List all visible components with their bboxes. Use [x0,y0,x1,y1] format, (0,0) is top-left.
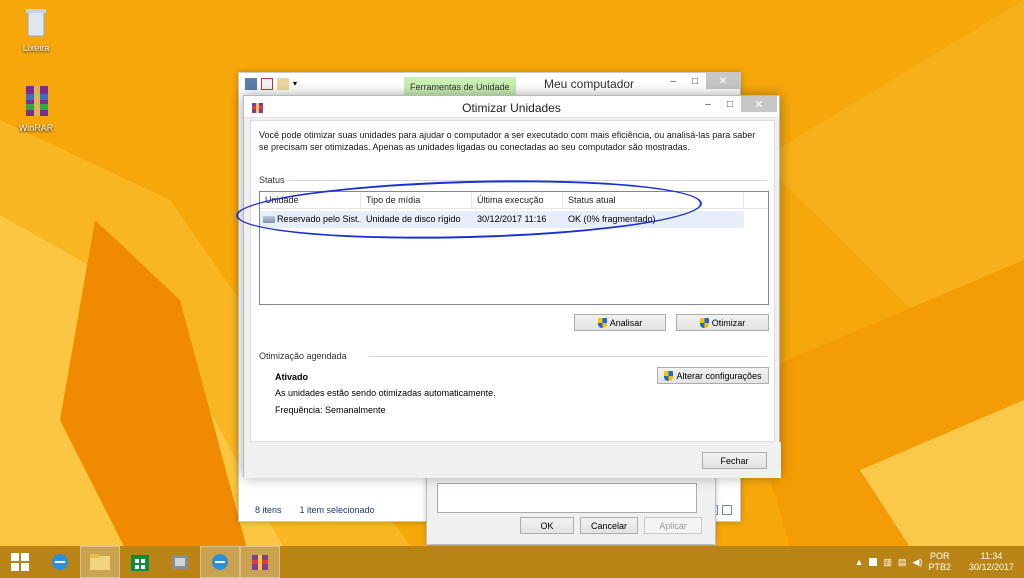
tiles-view-icon[interactable] [722,505,732,515]
desktop-icon-label: Lixeira [22,43,50,53]
computer-icon[interactable] [245,78,257,90]
maximize-icon[interactable]: □ [719,96,741,112]
cell-media-type: Unidade de disco rígido [366,214,461,224]
properties-icon[interactable] [261,78,273,90]
analyze-button[interactable]: Analisar [574,314,666,331]
store-icon [131,555,149,571]
hard-drive-icon [263,216,275,224]
scheduled-frequency: Frequência: Semanalmente [275,405,386,415]
taskbar-defrag[interactable] [240,546,280,578]
language-code: POR [929,551,950,561]
desktop-icon-winrar[interactable]: WinRAR [6,84,66,133]
drives-list-header: Unidade Tipo de mídia Última execução St… [260,192,768,209]
cell-last-run: 30/12/2017 11:16 [477,214,547,224]
explorer-window-controls: – □ ✕ [662,73,740,89]
change-settings-button[interactable]: Alterar configurações [657,367,769,384]
status-selected: 1 item selecionado [299,505,375,515]
explorer-titlebar: ▾ Ferramentas de Unidade Meu computador … [239,73,740,97]
uac-shield-icon [699,317,709,328]
taskbar-control-panel[interactable] [160,546,200,578]
recycle-bin-icon [18,4,54,40]
system-tray: ▲ ▥ ▤ ◀) POR PTB2 11:34 30/12/2017 [855,546,1024,578]
dialog-window-controls: – □ ✕ [697,96,777,112]
optimize-drives-dialog: Otimizar Unidades – □ ✕ Você pode otimiz… [243,95,781,478]
cell-status: OK (0% fragmentado) [568,214,656,224]
explorer-title: Meu computador [544,77,635,91]
status-section-label: Status [259,175,285,185]
minimize-icon[interactable]: – [662,73,684,89]
ok-button[interactable]: OK [520,517,574,534]
taskbar-file-explorer[interactable] [80,546,120,578]
start-button[interactable] [0,546,40,578]
clock[interactable]: 11:34 30/12/2017 [969,551,1014,573]
action-center-icon[interactable] [869,558,878,566]
taskbar: ▲ ▥ ▤ ◀) POR PTB2 11:34 30/12/2017 [0,546,1024,578]
taskbar-internet-explorer[interactable] [40,546,80,578]
uac-shield-icon [664,370,674,381]
column-header-last-run[interactable]: Última execução [472,192,563,209]
scheduled-section-label: Otimização agendada [259,351,347,361]
apply-button[interactable]: Aplicar [644,517,702,534]
properties-content-box [437,483,697,513]
intro-text: Você pode otimizar suas unidades para aj… [259,130,756,152]
language-indicator[interactable]: POR PTB2 [928,551,951,573]
taskbar-internet-explorer-2[interactable] [200,546,240,578]
defrag-icon [252,555,268,570]
minimize-icon[interactable]: – [697,96,719,112]
tab-drive-tools[interactable]: Ferramentas de Unidade [404,77,516,97]
divider [369,356,767,357]
scheduled-state: Ativado [275,372,309,382]
volume-icon[interactable]: ◀) [913,557,923,568]
optimize-button[interactable]: Otimizar [676,314,769,331]
column-header-drive[interactable]: Unidade [260,192,361,209]
drive-name: Reservado pelo Sist... [277,214,361,224]
dialog-titlebar: Otimizar Unidades – □ ✕ [244,96,779,118]
show-hidden-icons-icon[interactable]: ▲ [855,557,864,567]
maximize-icon[interactable]: □ [684,73,706,89]
control-panel-icon [172,555,188,569]
desktop-icon-recycle-bin[interactable]: Lixeira [6,4,66,53]
divider [289,180,767,181]
column-header-media-type[interactable]: Tipo de mídia [361,192,472,209]
explorer-status-bar: 8 itens 1 item selecionado [255,505,375,515]
scheduled-description: As unidades estão sendo otimizadas autom… [275,388,496,398]
table-row[interactable]: Reservado pelo Sist... Unidade de disco … [260,211,744,228]
internet-explorer-icon [212,554,228,570]
change-settings-label: Alterar configurações [676,370,762,381]
internet-explorer-icon [52,554,68,570]
windows-logo-icon [11,553,29,571]
optimize-label: Otimizar [711,317,746,328]
column-header-current-status[interactable]: Status atual [563,192,744,209]
network-icon[interactable]: ▥ [883,557,892,568]
clock-time: 11:34 [980,551,1003,561]
drives-list[interactable]: Unidade Tipo de mídia Última execução St… [259,191,769,305]
close-icon[interactable]: ✕ [741,96,777,112]
close-button[interactable]: Fechar [702,452,767,469]
properties-buttons: OK Cancelar Aplicar [520,517,702,534]
folder-icon [90,554,110,570]
dialog-content: Você pode otimizar suas unidades para aj… [250,120,775,442]
taskbar-store[interactable] [120,546,160,578]
status-item-count: 8 itens [255,505,282,515]
chevron-down-icon[interactable]: ▾ [293,78,305,90]
uac-shield-icon [597,317,607,328]
cell-drive: Reservado pelo Sist... [260,211,361,228]
notification-icon[interactable]: ▤ [898,557,907,568]
analyze-label: Analisar [609,317,643,328]
close-icon[interactable]: ✕ [706,73,740,89]
desktop-icon-label: WinRAR [18,123,54,133]
clock-date: 30/12/2017 [968,562,1014,572]
winrar-icon [18,84,54,120]
cancel-button[interactable]: Cancelar [580,517,638,534]
folder-icon[interactable] [277,78,289,90]
quick-access-toolbar: ▾ [245,78,305,90]
dialog-footer: Fechar [244,442,781,478]
keyboard-layout: PTB2 [928,562,951,572]
